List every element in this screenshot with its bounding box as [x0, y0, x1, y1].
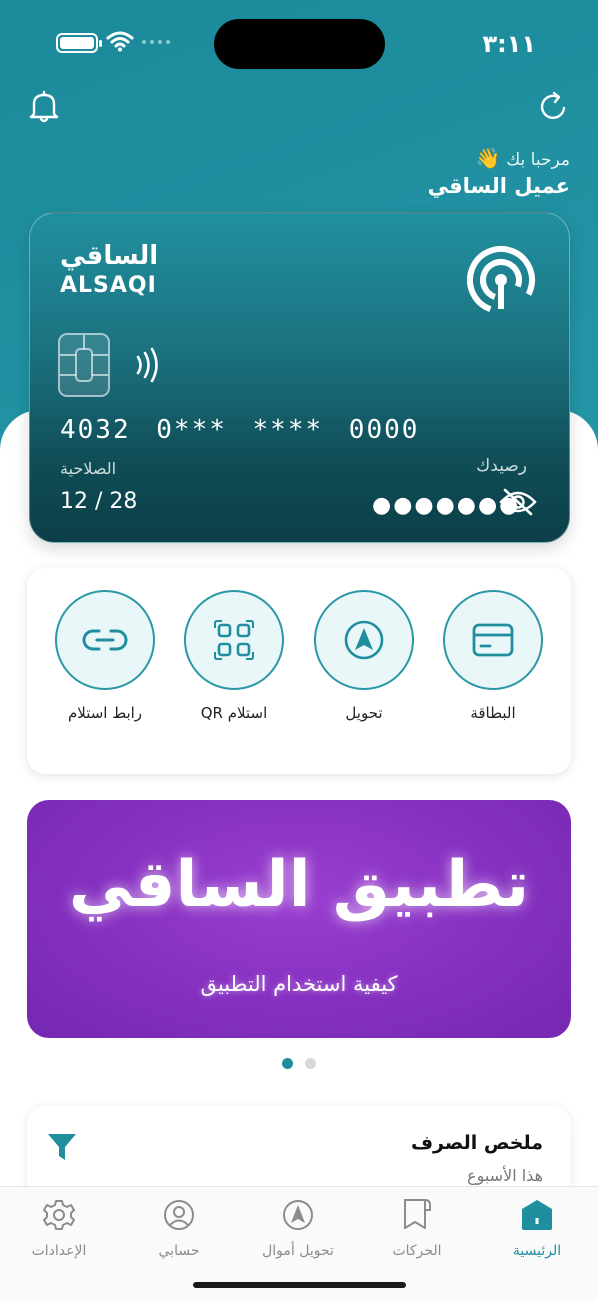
tab-transactions[interactable]: الحركات [362, 1197, 472, 1259]
contactless-icon [136, 347, 158, 383]
tab-settings[interactable]: الإعدادات [4, 1197, 114, 1259]
balance-label: رصيدك [476, 456, 527, 476]
greeting-text: مرحبا بك [506, 150, 570, 170]
card-brand-english: ALSAQI [60, 273, 157, 298]
transfer-action[interactable]: تحويل [299, 590, 429, 722]
transactions-icon [404, 1199, 431, 1229]
tab-home[interactable]: الرئيسية [482, 1197, 592, 1259]
action-label: البطاقة [470, 704, 516, 722]
summary-period: هذا الأسبوع [467, 1166, 543, 1185]
tab-label: الحركات [392, 1243, 442, 1259]
promo-banner[interactable]: تطبيق الساقي كيفية استخدام التطبيق [27, 800, 571, 1038]
action-label: تحويل [345, 704, 383, 722]
user-name: عميل الساقي [427, 174, 570, 198]
tab-money-transfer[interactable]: تحويل أموال [243, 1197, 353, 1259]
pager-dot[interactable] [305, 1058, 316, 1069]
quick-actions-panel: رابط استلام استلام QR تحويل البطاقة [27, 568, 571, 774]
tab-label: الإعدادات [31, 1243, 87, 1259]
bank-card[interactable]: الساقي ALSAQI 4032 0*** **** 0000 الصلاح… [29, 212, 570, 543]
bell-icon[interactable] [28, 90, 60, 124]
banner-pager[interactable] [282, 1058, 316, 1069]
waving-hand-icon: 👋 [475, 146, 501, 170]
card-chip-icon [58, 333, 110, 397]
home-icon [522, 1200, 552, 1230]
card-brand-arabic: الساقي [60, 241, 159, 271]
refresh-icon[interactable] [538, 90, 570, 124]
card-icon[interactable] [443, 590, 543, 690]
tab-account[interactable]: حسابي [124, 1197, 234, 1259]
transfer-icon [283, 1200, 313, 1230]
home-indicator [193, 1282, 406, 1288]
qr-scan-icon[interactable] [184, 590, 284, 690]
card-action[interactable]: البطاقة [428, 590, 558, 722]
card-number: 4032 0*** **** 0000 [60, 415, 420, 445]
greeting: مرحبا بك 👋 [476, 146, 570, 170]
tab-label: حسابي [158, 1243, 200, 1259]
dynamic-island [214, 19, 385, 69]
tab-label: تحويل أموال [262, 1243, 334, 1259]
banner-title: تطبيق الساقي [68, 848, 530, 922]
action-label: رابط استلام [67, 704, 143, 722]
pager-dot-active[interactable] [282, 1058, 293, 1069]
validity-label: الصلاحية [60, 459, 117, 478]
wifi-icon [106, 31, 134, 52]
action-label: استلام QR [200, 704, 268, 722]
link-icon[interactable] [55, 590, 155, 690]
summary-title: ملخص الصرف [410, 1132, 543, 1154]
tab-label: الرئيسية [512, 1243, 562, 1259]
status-bar: ٣:١١ [0, 0, 598, 88]
receive-qr-action[interactable]: استلام QR [169, 590, 299, 722]
signal-dots [142, 40, 170, 44]
eye-off-icon[interactable] [498, 487, 538, 517]
user-icon [164, 1200, 194, 1230]
status-time: ٣:١١ [482, 30, 536, 58]
alsaqi-logo-icon [467, 246, 535, 314]
gear-icon [43, 1200, 75, 1230]
banner-subtitle: كيفية استخدام التطبيق [200, 972, 398, 996]
filter-icon[interactable] [47, 1132, 77, 1162]
navigation-arrow-icon[interactable] [314, 590, 414, 690]
validity-value: 12 / 28 [60, 489, 138, 514]
battery-icon [56, 33, 102, 53]
receive-link-action[interactable]: رابط استلام [40, 590, 170, 722]
